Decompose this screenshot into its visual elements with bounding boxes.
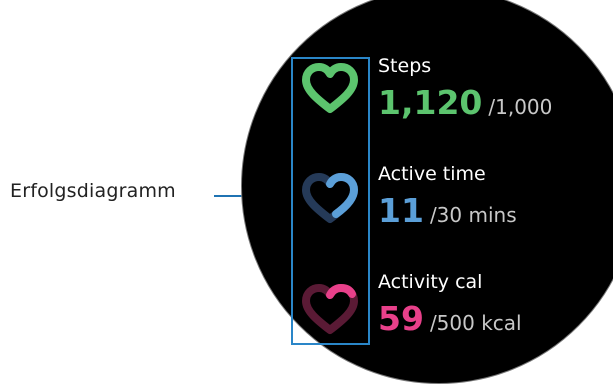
steps-value: 1,120 [378, 83, 483, 122]
activity-cal-label: Activity cal [378, 271, 483, 293]
steps-row[interactable]: Steps 1,120/1,000 [378, 55, 552, 120]
active-time-value: 11 [378, 191, 424, 230]
steps-goal: /1,000 [488, 95, 553, 119]
callout-label: Erfolgsdiagramm [10, 180, 176, 202]
activity-cal-goal: /500 kcal [429, 311, 522, 335]
active-time-row[interactable]: Active time 11/30 mins [378, 163, 517, 228]
active-time-goal: /30 mins [429, 203, 517, 227]
active-time-value-line: 11/30 mins [378, 194, 517, 227]
active-time-label: Active time [378, 163, 486, 185]
highlight-box [291, 57, 370, 345]
activity-cal-value-line: 59/500 kcal [378, 302, 522, 335]
steps-value-line: 1,120/1,000 [378, 86, 552, 119]
steps-label: Steps [378, 55, 432, 77]
activity-cal-row[interactable]: Activity cal 59/500 kcal [378, 271, 522, 336]
activity-cal-value: 59 [378, 299, 424, 338]
